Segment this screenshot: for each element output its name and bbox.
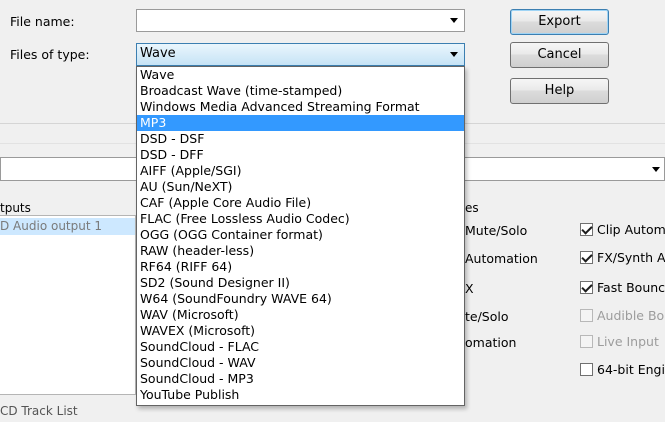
files-of-type-value: Wave [140, 46, 176, 61]
automation-option[interactable]: Automation [465, 251, 538, 266]
export-button[interactable]: Export [510, 9, 609, 35]
dropdown-option[interactable]: DSD - DSF [137, 131, 464, 147]
file-name-label: File name: [10, 14, 75, 29]
chevron-down-icon[interactable] [652, 167, 660, 172]
dropdown-option[interactable]: RF64 (RIFF 64) [137, 259, 464, 275]
dropdown-option[interactable]: SoundCloud - MP3 [137, 371, 464, 387]
live-input-label: Live Input [597, 334, 659, 349]
clip-automation-label: Clip Automa [597, 222, 665, 237]
dropdown-option[interactable]: W64 (SoundFoundry WAVE 64) [137, 291, 464, 307]
fx-synth-automation-label: FX/Synth Au [597, 250, 665, 265]
mute-solo-option[interactable]: Mute/Solo [465, 223, 527, 238]
fast-bounce-checkbox[interactable] [580, 281, 593, 294]
dropdown-option[interactable]: FLAC (Free Lossless Audio Codec) [137, 211, 464, 227]
help-button[interactable]: Help [510, 78, 609, 104]
dropdown-option[interactable]: WAVEX (Microsoft) [137, 323, 464, 339]
outputs-header: tputs [0, 201, 31, 215]
fx-synth-automation-checkbox[interactable] [580, 251, 593, 264]
dropdown-option[interactable]: AU (Sun/NeXT) [137, 179, 464, 195]
files-of-type-select[interactable]: Wave [136, 43, 465, 66]
dropdown-option[interactable]: SD2 (Sound Designer II) [137, 275, 464, 291]
dropdown-option[interactable]: WAV (Microsoft) [137, 307, 464, 323]
files-of-type-label: Files of type: [10, 47, 90, 62]
file-name-input[interactable] [136, 9, 465, 32]
automation-option-2[interactable]: omation [465, 335, 516, 350]
dropdown-option[interactable]: Windows Media Advanced Streaming Format [137, 99, 464, 115]
dropdown-option[interactable]: Wave [137, 67, 464, 83]
dropdown-option[interactable]: CAF (Apple Core Audio File) [137, 195, 464, 211]
cancel-button[interactable]: Cancel [510, 42, 609, 68]
audible-bounce-label: Audible Bou [597, 308, 665, 323]
chevron-down-icon[interactable] [450, 52, 458, 57]
dropdown-option[interactable]: DSD - DFF [137, 147, 464, 163]
live-input-checkbox[interactable] [580, 335, 593, 348]
64-bit-engine-checkbox[interactable] [580, 363, 593, 376]
clip-automation-checkbox[interactable] [580, 223, 593, 236]
outputs-list[interactable]: D Audio output 1 [0, 215, 136, 395]
options-header: es [465, 201, 479, 215]
chevron-down-icon[interactable] [450, 18, 458, 23]
dropdown-option[interactable]: RAW (header-less) [137, 243, 464, 259]
dropdown-option[interactable]: MP3 [137, 115, 464, 131]
solo-option[interactable]: te/Solo [465, 309, 509, 324]
dropdown-option[interactable]: AIFF (Apple/SGI) [137, 163, 464, 179]
64-bit-engine-label: 64-bit Engin [597, 362, 665, 377]
audible-bounce-checkbox[interactable] [580, 309, 593, 322]
fx-option[interactable]: X [465, 281, 474, 296]
fast-bounce-label: Fast Bounc [597, 280, 665, 295]
dropdown-option[interactable]: YouTube Publish [137, 387, 464, 403]
files-of-type-dropdown-list[interactable]: Wave Broadcast Wave (time-stamped) Windows… [136, 66, 465, 406]
dropdown-option[interactable]: Broadcast Wave (time-stamped) [137, 83, 464, 99]
dropdown-option[interactable]: OGG (OGG Container format) [137, 227, 464, 243]
dropdown-option[interactable]: SoundCloud - FLAC [137, 339, 464, 355]
list-item[interactable]: D Audio output 1 [0, 218, 135, 235]
cd-track-list-label: CD Track List [0, 404, 78, 418]
dropdown-option[interactable]: SoundCloud - WAV [137, 355, 464, 371]
